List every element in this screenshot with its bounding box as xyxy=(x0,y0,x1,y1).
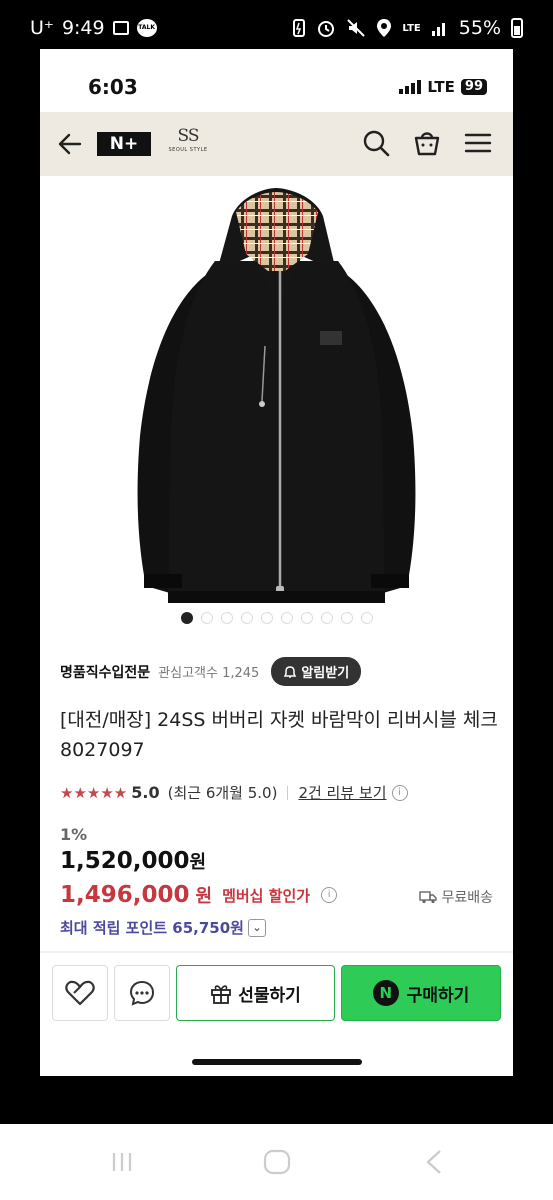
rating-recent: (최근 6개월 5.0) xyxy=(167,784,278,802)
chevron-down-icon[interactable]: ⌄ xyxy=(247,918,266,937)
inner-network-label: LTE xyxy=(427,78,455,96)
product-image[interactable] xyxy=(40,176,513,611)
bell-plus-icon xyxy=(284,665,297,678)
heart-icon xyxy=(65,980,95,1006)
inner-signal-icon xyxy=(399,80,422,94)
free-shipping-label: 무료배송 xyxy=(441,890,493,906)
subscribe-alarm-button[interactable]: 알림받기 xyxy=(271,657,362,686)
rating-stars: ★★★★★ xyxy=(60,783,128,802)
battery-icon xyxy=(511,18,523,38)
app-header: N+ SS SEOUL STYLE xyxy=(40,112,513,176)
gift-icon xyxy=(211,985,232,1004)
recent-apps-icon[interactable] xyxy=(108,1148,136,1176)
inner-status-bar: 6:03 LTE 99 xyxy=(40,49,513,112)
original-price-amount: 1,520,000 xyxy=(60,848,190,874)
device-status-bar: U⁺ 9:49 TALK LTE 55% xyxy=(0,0,553,56)
original-price: 1,520,000원 xyxy=(60,848,206,874)
rating-divider xyxy=(287,785,289,800)
clock: 9:49 xyxy=(61,17,105,39)
store-logo-sub: SEOUL STYLE xyxy=(168,147,208,153)
gallery-dot[interactable] xyxy=(200,612,213,624)
info-icon[interactable]: i xyxy=(391,784,408,801)
member-price-label: 멤버십 할인가 xyxy=(222,886,311,905)
truck-icon xyxy=(419,891,438,904)
nplus-logo[interactable]: N+ xyxy=(97,132,151,156)
subscribe-alarm-label: 알림받기 xyxy=(301,666,350,681)
gallery-dot[interactable] xyxy=(320,612,333,624)
home-indicator[interactable] xyxy=(192,1059,362,1065)
battery-percent: 55% xyxy=(458,17,501,39)
rating-row: ★★★★★ 5.0 (최근 6개월 5.0) 2건 리뷰 보기 i xyxy=(60,782,408,803)
inner-clock: 6:03 xyxy=(88,75,138,99)
lte-indicator: LTE xyxy=(402,22,421,34)
product-title: [대전/매장] 24SS 버버리 자켓 바람막이 리버시블 체크 8027097 xyxy=(60,709,498,761)
battery-saver-icon xyxy=(293,19,306,37)
gallery-dot[interactable] xyxy=(280,612,293,624)
chat-bubble-icon xyxy=(129,980,155,1006)
store-logo[interactable]: SS SEOUL STYLE xyxy=(168,126,208,162)
rating-score: 5.0 xyxy=(131,783,160,802)
store-logo-mark: SS xyxy=(177,126,200,146)
gallery-dot[interactable] xyxy=(220,612,233,624)
seller-name[interactable]: 명품직수입전문 xyxy=(60,662,150,682)
mute-icon xyxy=(347,19,366,37)
app-screen: 6:03 LTE 99 N+ SS SEOUL STYLE 명품직수입전문 관심… xyxy=(40,49,513,1076)
gallery-pagination xyxy=(40,612,513,624)
gift-button-label: 선물하기 xyxy=(238,985,301,1006)
inner-battery-badge: 99 xyxy=(460,79,487,95)
member-price-unit: 원 xyxy=(195,886,213,907)
talk-notification-icon: TALK xyxy=(136,19,157,37)
seller-fans-count: 관심고객수 1,245 xyxy=(158,666,260,681)
back-arrow-icon[interactable] xyxy=(56,130,84,158)
gallery-notification-icon xyxy=(112,21,129,35)
gallery-dot[interactable] xyxy=(240,612,253,624)
search-icon[interactable] xyxy=(361,128,391,158)
npay-badge-icon: N xyxy=(372,980,399,1006)
gift-button[interactable]: 선물하기 xyxy=(176,965,335,1021)
cart-icon[interactable] xyxy=(412,128,442,158)
gallery-dot[interactable] xyxy=(360,612,373,624)
free-shipping: 무료배송 xyxy=(419,887,493,907)
member-price: 1,496,000 원 멤버십 할인가 i xyxy=(60,882,338,908)
buy-button-label: 구매하기 xyxy=(406,985,470,1006)
menu-icon[interactable] xyxy=(463,128,493,158)
member-price-amount: 1,496,000 xyxy=(60,882,190,908)
gallery-dot[interactable] xyxy=(340,612,353,624)
gallery-dot[interactable] xyxy=(300,612,313,624)
points-label: 최대 적립 포인트 65,750원 xyxy=(60,919,244,937)
discount-rate: 1% xyxy=(60,825,88,844)
member-info-icon[interactable]: i xyxy=(321,887,338,903)
seller-row: 명품직수입전문 관심고객수 1,245 알림받기 xyxy=(60,657,362,686)
wishlist-button[interactable] xyxy=(52,965,108,1021)
home-icon[interactable] xyxy=(262,1148,292,1176)
signal-icon xyxy=(431,23,445,36)
back-icon[interactable] xyxy=(422,1148,446,1176)
section-divider xyxy=(40,951,513,953)
android-nav-bar xyxy=(0,1124,553,1200)
buy-button[interactable]: N 구매하기 xyxy=(341,965,501,1021)
chat-button[interactable] xyxy=(114,965,170,1021)
gallery-dot[interactable] xyxy=(260,612,273,624)
alarm-icon xyxy=(318,21,335,37)
review-link[interactable]: 2건 리뷰 보기 xyxy=(298,782,386,803)
gallery-dot[interactable] xyxy=(180,612,193,624)
carrier-label: U⁺ xyxy=(30,17,54,39)
original-price-unit: 원 xyxy=(189,852,207,873)
points-row[interactable]: 최대 적립 포인트 65,750원 ⌄ xyxy=(60,917,266,938)
location-icon xyxy=(377,19,392,37)
